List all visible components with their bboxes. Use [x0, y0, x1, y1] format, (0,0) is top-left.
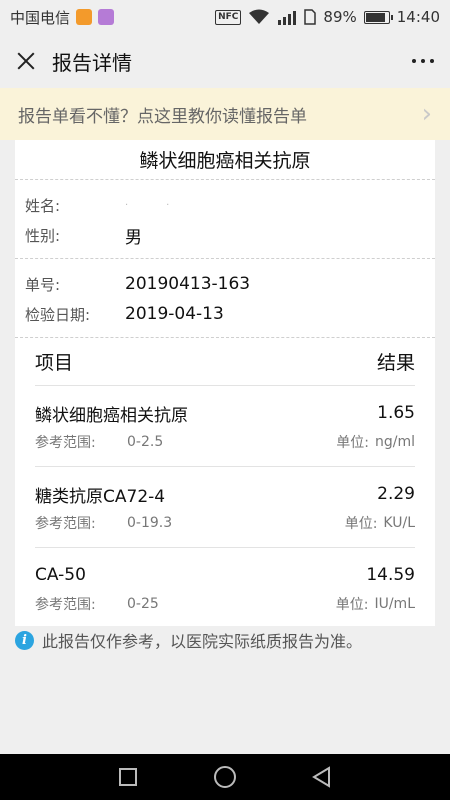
- status-right: NFC 89% 14:40: [215, 8, 440, 26]
- result-meta: 参考范围: 0-2.5 单位: ng/ml: [35, 428, 415, 456]
- result-value: 1.65: [377, 403, 415, 423]
- result-name: CA-50: [35, 565, 86, 585]
- result-row: 糖类抗原CA72-4 2.29 参考范围: 0-19.3 单位: KU/L: [35, 467, 415, 548]
- status-bar: 中国电信 NFC 89% 14:40: [0, 0, 450, 34]
- result-row: 鳞状细胞癌相关抗原 1.65 参考范围: 0-2.5 单位: ng/ml: [35, 386, 415, 467]
- range-label: 参考范围:: [35, 516, 96, 532]
- recents-button[interactable]: [113, 762, 143, 792]
- more-dot-icon: [412, 59, 416, 63]
- result-meta: 参考范围: 0-25 单位: IU/mL: [35, 590, 415, 618]
- page-title: 报告详情: [52, 50, 132, 75]
- result-main: 糖类抗原CA72-4 2.29: [35, 481, 415, 507]
- range-label: 参考范围:: [35, 435, 96, 451]
- gender-value: 男: [125, 227, 142, 248]
- date-label: 检验日期:: [25, 305, 91, 324]
- triangle-back-icon: [311, 766, 330, 788]
- gender-row: 性别: 男: [25, 220, 435, 250]
- result-name: 鳞状细胞癌相关抗原: [35, 405, 188, 426]
- back-button[interactable]: [307, 762, 337, 792]
- result-row: CA-50 14.59 参考范围: 0-25 单位: IU/mL: [35, 548, 415, 629]
- date-row: 检验日期: 2019-04-13: [25, 299, 435, 329]
- battery-fill: [365, 12, 386, 22]
- results-table: 项目 结果 鳞状细胞癌相关抗原 1.65 参考范围: 0-2.5 单位: ng/…: [15, 338, 435, 629]
- name-label: 姓名:: [25, 196, 61, 215]
- date-value: 2019-04-13: [125, 304, 224, 324]
- result-main: CA-50 14.59: [35, 562, 415, 588]
- system-nav-bar: [0, 754, 450, 800]
- gender-label: 性别:: [25, 226, 61, 245]
- unit-value: IU/mL: [374, 596, 415, 612]
- more-dot-icon: [430, 59, 434, 63]
- disclaimer-note: i 此报告仅作参考，以医院实际纸质报告为准。: [15, 626, 362, 654]
- order-row: 单号: 20190413-163: [25, 269, 435, 299]
- square-icon: [119, 768, 138, 786]
- disclaimer-text: 此报告仅作参考，以医院实际纸质报告为准。: [42, 632, 363, 651]
- order-value: 20190413-163: [125, 274, 251, 294]
- result-meta: 参考范围: 0-19.3 单位: KU/L: [35, 509, 415, 537]
- unit-label: 单位:: [344, 516, 378, 532]
- patient-info: 姓名: ·· 性别: 男: [15, 180, 435, 259]
- more-dot-icon: [421, 59, 425, 63]
- result-main: 鳞状细胞癌相关抗原 1.65: [35, 400, 415, 426]
- range-value: 0-2.5: [127, 434, 164, 450]
- sim-icon: [304, 9, 317, 25]
- table-header: 项目 结果: [35, 338, 415, 386]
- column-item: 项目: [35, 352, 74, 374]
- result-name: 糖类抗原CA72-4: [35, 486, 166, 507]
- column-result: 结果: [376, 352, 415, 374]
- chevron-right-icon: ›: [421, 99, 432, 129]
- more-options-button[interactable]: [410, 53, 436, 69]
- range-value: 0-19.3: [127, 515, 173, 531]
- notification-gallery-icon: [98, 9, 115, 25]
- info-icon: i: [15, 630, 34, 650]
- nfc-icon: NFC: [215, 9, 242, 25]
- order-info: 单号: 20190413-163 检验日期: 2019-04-13: [15, 259, 435, 338]
- battery-percent: 89%: [323, 8, 357, 26]
- result-value: 14.59: [366, 565, 415, 585]
- wifi-icon: [249, 9, 270, 24]
- help-banner-text: 报告单看不懂？点这里教你读懂报告单: [18, 106, 307, 127]
- carrier-label: 中国电信: [10, 8, 71, 27]
- home-button[interactable]: [210, 762, 240, 792]
- notification-app-icon: [76, 9, 93, 25]
- app-header: 报告详情: [0, 34, 450, 88]
- range-label: 参考范围:: [35, 597, 96, 613]
- unit-value: KU/L: [383, 515, 415, 531]
- signal-icon: [278, 11, 297, 25]
- close-icon[interactable]: [14, 49, 38, 73]
- name-row: 姓名: ··: [25, 190, 435, 220]
- help-banner[interactable]: 报告单看不懂？点这里教你读懂报告单 ›: [0, 88, 450, 140]
- name-redacted-dots: ··: [125, 199, 208, 211]
- circle-icon: [213, 766, 236, 788]
- result-value: 2.29: [377, 484, 415, 504]
- unit-label: 单位:: [335, 597, 369, 613]
- report-title: 鳞状细胞癌相关抗原: [15, 140, 435, 180]
- unit-label: 单位:: [336, 435, 369, 451]
- range-value: 0-25: [127, 596, 159, 612]
- clock: 14:40: [396, 8, 440, 26]
- status-left: 中国电信: [10, 7, 115, 28]
- report-card: 鳞状细胞癌相关抗原 姓名: ·· 性别: 男 单号: 20190413-163 …: [15, 140, 435, 626]
- battery-icon: [363, 10, 393, 24]
- order-label: 单号:: [25, 275, 61, 294]
- unit-value: ng/ml: [374, 434, 415, 450]
